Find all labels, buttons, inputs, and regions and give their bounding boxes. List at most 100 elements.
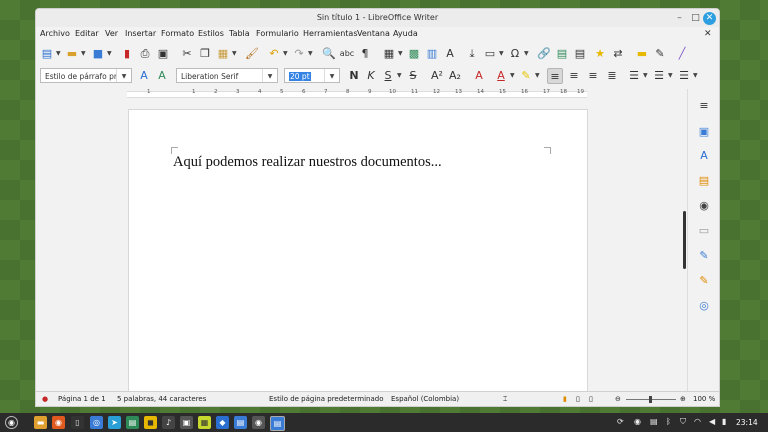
menu-ventana[interactable]: Ventana [357,29,390,38]
terminal-icon[interactable]: ▯ [71,416,84,429]
zoom-out-icon[interactable]: ⊖ [615,395,621,403]
sidebar-menu-icon[interactable]: ≡ [697,99,711,113]
cut-icon[interactable]: ✂ [179,46,195,62]
record-macro-icon[interactable]: ● [42,395,48,403]
chevron-down-icon[interactable]: ▼ [510,72,515,79]
scrollbar-thumb[interactable] [683,211,686,269]
footnote-icon[interactable]: ▤ [554,46,570,62]
superscript-icon[interactable]: A² [429,68,445,84]
insert-page-break-icon[interactable]: ⤓ [464,46,480,62]
unordered-list-icon[interactable]: ☰ [626,68,642,84]
horizontal-ruler[interactable]: 1 1 2 3 4 5 6 7 8 9 10 11 12 13 14 15 16… [127,88,587,98]
app-icon[interactable]: ◼ [144,416,157,429]
chevron-down-icon[interactable]: ▼ [643,72,648,79]
chevron-down-icon[interactable]: ▼ [56,50,61,57]
save-icon[interactable]: ■ [90,46,106,62]
hyperlink-icon[interactable]: 🔗 [536,46,552,62]
print-preview-icon[interactable]: ▣ [155,46,171,62]
libreoffice-writer-icon[interactable]: ▤ [270,416,285,431]
chevron-down-icon[interactable]: ▼ [499,50,504,57]
zoom-slider-knob[interactable] [649,396,652,403]
close-button[interactable]: ✕ [703,12,716,25]
zoom-level[interactable]: 100 % [693,395,715,403]
print-icon[interactable]: ⎙ [137,46,153,62]
wifi-icon[interactable]: ◠ [694,417,701,426]
menu-estilos[interactable]: Estilos [198,29,224,38]
app-icon[interactable]: ▤ [234,416,247,429]
app-icon[interactable]: ◎ [90,416,103,429]
book-view-icon[interactable]: ▯ [589,395,593,403]
update-style-icon[interactable]: A [136,68,152,84]
style-inspector-icon[interactable]: ✎ [697,249,711,263]
redo-icon[interactable]: ↷ [291,46,307,62]
app-icon[interactable]: ▦ [198,416,211,429]
align-left-icon[interactable]: ≡ [547,68,563,84]
endnote-icon[interactable]: ▤ [572,46,588,62]
app-icon[interactable]: ◉ [252,416,265,429]
chevron-down-icon[interactable]: ▼ [107,50,112,57]
document-text[interactable]: Aquí podemos realizar nuestros documento… [173,154,442,171]
chevron-down-icon[interactable]: ▼ [398,50,403,57]
chevron-down-icon[interactable]: ▼ [324,69,339,82]
manage-changes-icon[interactable]: ✎ [697,274,711,288]
single-page-view-icon[interactable]: ▮ [563,395,567,403]
clear-formatting-icon[interactable]: A [471,68,487,84]
paste-icon[interactable]: ▦ [215,46,231,62]
files-icon[interactable]: ▬ [34,416,47,429]
open-folder-icon[interactable]: ▬ [64,46,80,62]
chevron-down-icon[interactable]: ▼ [308,50,313,57]
document-area[interactable]: Aquí podemos realizar nuestros documento… [36,101,684,401]
zoom-in-icon[interactable]: ⊕ [680,395,686,403]
chevron-down-icon[interactable]: ▼ [232,50,237,57]
insert-table-icon[interactable]: ▦ [381,46,397,62]
cross-reference-icon[interactable]: ⇄ [610,46,626,62]
chevron-down-icon[interactable]: ▼ [668,72,673,79]
font-size-select[interactable]: 20 pt ▼ [284,68,340,83]
menu-herramientas[interactable]: Herramientas [303,29,358,38]
menu-ver[interactable]: Ver [105,29,118,38]
comment-icon[interactable]: ▬ [634,46,650,62]
chevron-down-icon[interactable]: ▼ [524,50,529,57]
app-icon[interactable]: ▣ [180,416,193,429]
bookmark-icon[interactable]: ★ [592,46,608,62]
navigator-icon[interactable]: ◉ [697,199,711,213]
update-manager-icon[interactable]: ⟳ [617,417,624,426]
italic-icon[interactable]: K [363,68,379,84]
underline-icon[interactable]: S [380,68,396,84]
properties-icon[interactable]: ▣ [697,125,711,139]
gallery-icon[interactable]: ▤ [697,174,711,188]
chevron-down-icon[interactable]: ▼ [262,69,277,82]
app-icon[interactable]: ♪ [162,416,175,429]
draw-line-icon[interactable]: ╱ [674,46,690,62]
chevron-down-icon[interactable]: ▼ [693,72,698,79]
app-icon[interactable]: ▤ [126,416,139,429]
page-icon[interactable]: ▭ [697,224,711,238]
start-menu-icon[interactable]: ◉ [5,416,18,429]
maximize-button[interactable]: □ [689,12,702,25]
insert-image-icon[interactable]: ▩ [406,46,422,62]
telegram-icon[interactable]: ➤ [108,416,121,429]
menu-formato[interactable]: Formato [161,29,194,38]
close-document-icon[interactable]: ✕ [704,29,712,39]
title-bar[interactable]: Sin título 1 - LibreOffice Writer – □ ✕ [36,9,719,27]
track-changes-icon[interactable]: ✎ [652,46,668,62]
font-name-select[interactable]: Liberation Serif ▼ [176,68,278,83]
font-color-icon[interactable]: A [493,68,509,84]
menu-editar[interactable]: Editar [75,29,99,38]
insert-chart-icon[interactable]: ▥ [424,46,440,62]
bluetooth-icon[interactable]: ᛒ [666,417,671,426]
special-character-icon[interactable]: Ω [507,46,523,62]
language[interactable]: Español (Colombia) [391,395,459,403]
export-pdf-icon[interactable]: ▮ [119,46,135,62]
multi-page-view-icon[interactable]: ▯ [576,395,580,403]
minimize-button[interactable]: – [673,12,686,25]
menu-tabla[interactable]: Tabla [229,29,250,38]
clone-formatting-icon[interactable]: 🖌 [244,46,260,62]
styles-icon[interactable]: A [697,149,711,163]
outline-list-icon[interactable]: ☰ [676,68,692,84]
highlight-color-icon[interactable]: ✎ [518,68,534,84]
design-icon[interactable]: ◎ [697,299,711,313]
chevron-down-icon[interactable]: ▼ [397,72,402,79]
clock[interactable]: 23:14 [736,418,758,427]
spelling-icon[interactable]: abc [339,46,355,62]
